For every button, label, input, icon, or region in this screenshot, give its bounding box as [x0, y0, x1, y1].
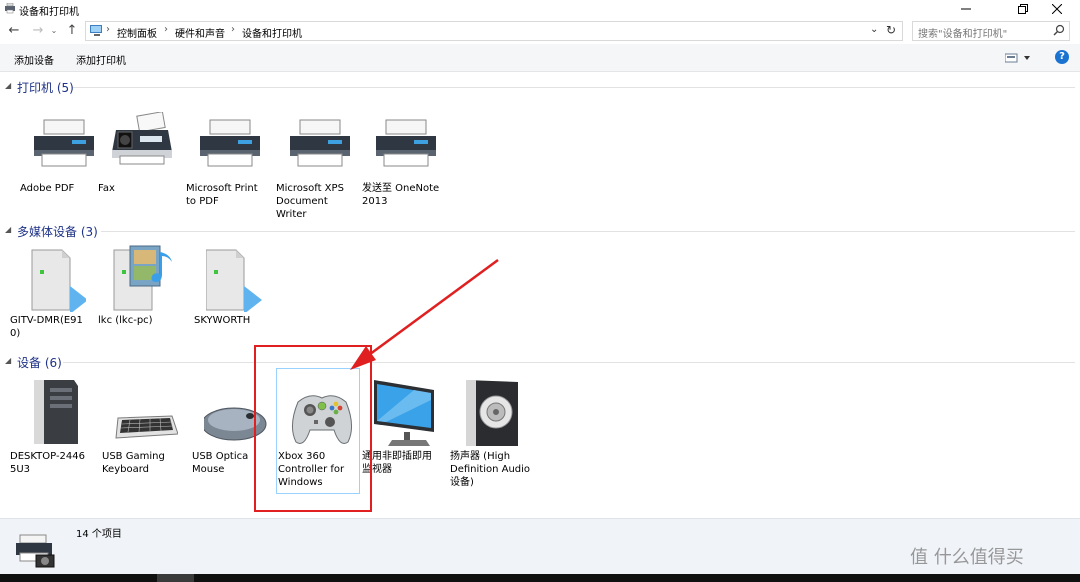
watermark-logo: 值 什么值得买 [910, 547, 1024, 568]
item-count: 14 个项目 [76, 529, 122, 540]
annotation-arrow-icon [350, 258, 499, 370]
details-pane: 14 个项目 值 什么值得买 [0, 518, 1080, 574]
taskbar-button[interactable] [157, 574, 194, 582]
devices-and-printers-window: 设备和打印机 ← → ⌄ ↑ › 控制面板 › 硬件和声音 › 设备和打印机 ⌄… [0, 0, 1080, 582]
taskbar [0, 574, 1080, 582]
devices-printers-large-icon [16, 534, 55, 568]
